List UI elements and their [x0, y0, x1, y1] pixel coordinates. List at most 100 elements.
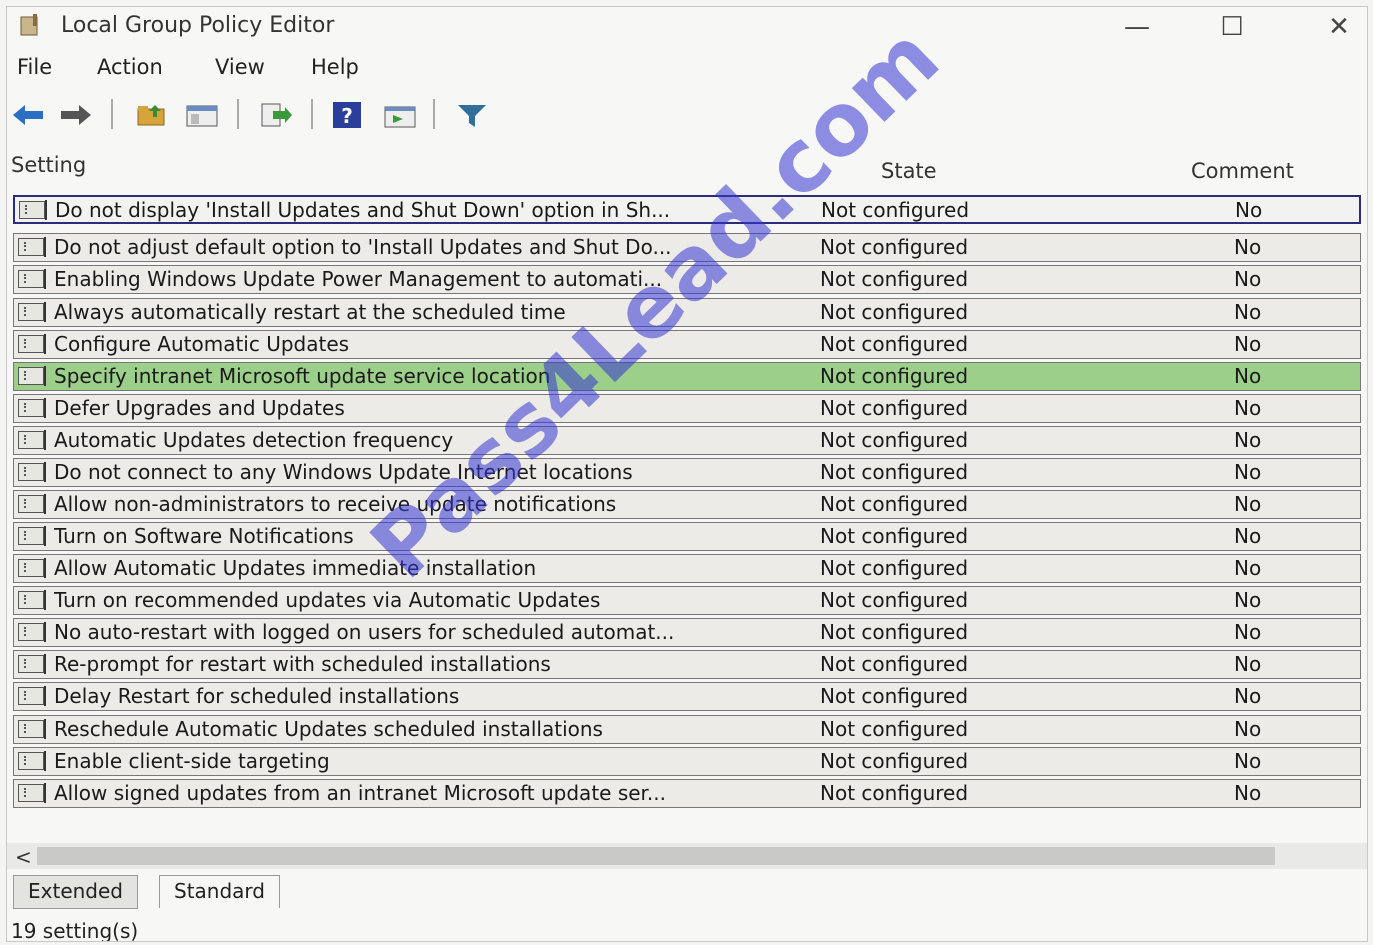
table-row[interactable]: Enable client-side targeting Not configur…: [13, 747, 1361, 776]
menu-file[interactable]: File: [17, 55, 52, 79]
title-bar[interactable]: Local Group Policy Editor — ☐ ✕: [7, 7, 1367, 47]
policy-setting-icon: [18, 334, 46, 354]
table-row[interactable]: Delay Restart for scheduled installation…: [13, 682, 1361, 711]
setting-name: Enable client-side targeting: [54, 749, 330, 773]
minimize-button[interactable]: —: [1117, 11, 1157, 43]
setting-state: Not configured: [820, 460, 969, 484]
column-setting[interactable]: Setting: [11, 153, 86, 177]
toolbar-separator: [311, 99, 313, 129]
setting-state: Not configured: [820, 300, 969, 324]
policy-setting-icon: [18, 430, 46, 450]
setting-name: Reschedule Automatic Updates scheduled i…: [54, 717, 603, 741]
column-comment[interactable]: Comment: [1191, 159, 1294, 183]
view-tabs: Extended Standard: [7, 875, 1367, 909]
table-row[interactable]: Always automatically restart at the sche…: [13, 298, 1361, 327]
setting-name: Do not display 'Install Updates and Shut…: [55, 198, 671, 222]
setting-name: Do not adjust default option to 'Install…: [54, 235, 672, 259]
setting-comment: No: [1234, 588, 1262, 612]
setting-state: Not configured: [820, 684, 969, 708]
table-row[interactable]: Allow non-administrators to receive upda…: [13, 490, 1361, 519]
policy-setting-icon: [18, 751, 46, 771]
policy-setting-icon: [18, 302, 46, 322]
setting-name: Automatic Updates detection frequency: [54, 428, 454, 452]
table-row[interactable]: Automatic Updates detection frequency Not…: [13, 426, 1361, 455]
table-row[interactable]: Allow signed updates from an intranet Mi…: [13, 779, 1361, 808]
column-state[interactable]: State: [881, 159, 937, 183]
setting-name: Allow signed updates from an intranet Mi…: [54, 781, 667, 805]
window-title: Local Group Policy Editor: [61, 13, 335, 38]
setting-state: Not configured: [820, 492, 969, 516]
setting-state: Not configured: [820, 717, 969, 741]
policy-setting-icon: [18, 366, 46, 386]
export-list-icon[interactable]: [259, 101, 293, 129]
setting-state: Not configured: [820, 620, 969, 644]
show-hide-tree-icon[interactable]: [185, 101, 219, 129]
help-icon[interactable]: ?: [331, 101, 365, 129]
setting-comment: No: [1234, 684, 1262, 708]
setting-name: Do not connect to any Windows Update Int…: [54, 460, 633, 484]
tab-extended[interactable]: Extended: [13, 875, 138, 909]
menu-help[interactable]: Help: [311, 55, 359, 79]
setting-name: Turn on Software Notifications: [54, 524, 354, 548]
setting-comment: No: [1234, 300, 1262, 324]
menu-action[interactable]: Action: [97, 55, 163, 79]
setting-name: No auto-restart with logged on users for…: [54, 620, 675, 644]
table-row[interactable]: Specify intranet Microsoft update servic…: [13, 362, 1361, 391]
setting-state: Not configured: [820, 588, 969, 612]
back-arrow-icon[interactable]: [11, 101, 45, 129]
setting-name: Delay Restart for scheduled installation…: [54, 684, 460, 708]
scroll-thumb[interactable]: [37, 847, 1275, 865]
horizontal-scrollbar[interactable]: <: [7, 843, 1367, 869]
column-header: Setting State Comment: [7, 147, 1367, 191]
table-row[interactable]: Defer Upgrades and Updates Not configured…: [13, 394, 1361, 423]
table-row[interactable]: Re-prompt for restart with scheduled ins…: [13, 650, 1361, 679]
up-folder-icon[interactable]: [135, 101, 169, 129]
table-row[interactable]: No auto-restart with logged on users for…: [13, 618, 1361, 647]
setting-name: Specify intranet Microsoft update servic…: [54, 364, 551, 388]
policy-setting-icon: [18, 622, 46, 642]
tab-standard[interactable]: Standard: [159, 875, 280, 908]
maximize-button[interactable]: ☐: [1212, 11, 1252, 43]
setting-comment: No: [1234, 364, 1262, 388]
policy-setting-icon: [18, 686, 46, 706]
setting-state: Not configured: [820, 428, 969, 452]
setting-comment: No: [1234, 267, 1262, 291]
table-row[interactable]: Turn on Software Notifications Not config…: [13, 522, 1361, 551]
setting-comment: No: [1234, 652, 1262, 676]
policy-setting-icon: [18, 558, 46, 578]
table-row[interactable]: Do not display 'Install Updates and Shut…: [13, 195, 1361, 224]
group-policy-app-icon: [20, 14, 38, 36]
scroll-left-button[interactable]: <: [15, 845, 32, 869]
table-row[interactable]: Turn on recommended updates via Automati…: [13, 586, 1361, 615]
policy-setting-icon: [18, 269, 46, 289]
table-row[interactable]: Do not connect to any Windows Update Int…: [13, 458, 1361, 487]
properties-icon[interactable]: [383, 101, 417, 129]
filter-icon[interactable]: [455, 101, 489, 129]
setting-comment: No: [1234, 332, 1262, 356]
setting-name: Always automatically restart at the sche…: [54, 300, 566, 324]
policy-setting-icon: [19, 200, 47, 220]
table-row[interactable]: Reschedule Automatic Updates scheduled i…: [13, 715, 1361, 744]
policy-setting-icon: [18, 237, 46, 257]
policy-setting-icon: [18, 462, 46, 482]
setting-comment: No: [1234, 396, 1262, 420]
close-button[interactable]: ✕: [1319, 11, 1359, 43]
policy-setting-icon: [18, 398, 46, 418]
setting-state: Not configured: [820, 267, 969, 291]
table-row[interactable]: Enabling Windows Update Power Management…: [13, 265, 1361, 294]
setting-name: Defer Upgrades and Updates: [54, 396, 345, 420]
forward-arrow-icon[interactable]: [59, 101, 93, 129]
table-row[interactable]: Allow Automatic Updates immediate instal…: [13, 554, 1361, 583]
setting-state: Not configured: [821, 198, 970, 222]
setting-comment: No: [1234, 749, 1262, 773]
setting-comment: No: [1234, 492, 1262, 516]
setting-state: Not configured: [820, 652, 969, 676]
setting-name: Re-prompt for restart with scheduled ins…: [54, 652, 551, 676]
setting-name: Turn on recommended updates via Automati…: [54, 588, 601, 612]
policy-setting-icon: [18, 526, 46, 546]
table-row[interactable]: Configure Automatic Updates Not configure…: [13, 330, 1361, 359]
policy-setting-icon: [18, 590, 46, 610]
table-row[interactable]: Do not adjust default option to 'Install…: [13, 233, 1361, 262]
toolbar: ?: [7, 95, 1367, 135]
menu-view[interactable]: View: [215, 55, 265, 79]
